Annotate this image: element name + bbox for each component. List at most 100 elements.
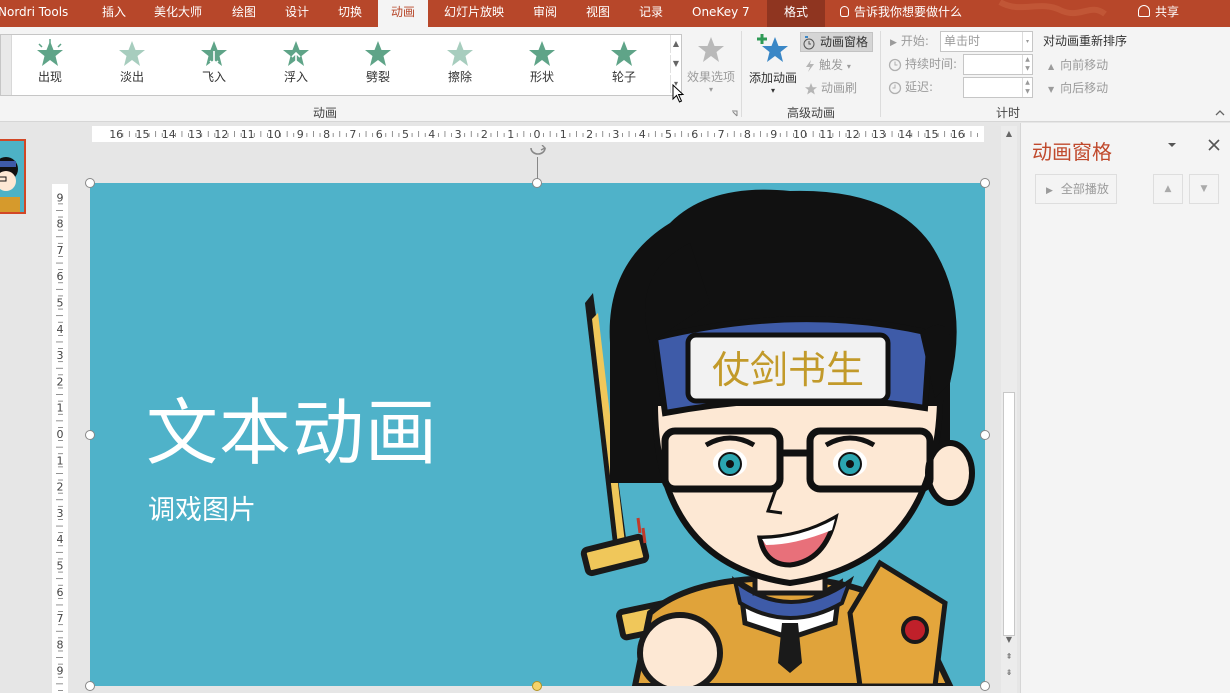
resize-handle-top-left[interactable] xyxy=(85,178,95,188)
animation-star-icon xyxy=(283,41,309,66)
animation-effect-2[interactable]: 淡出 xyxy=(102,39,162,91)
slide-subtitle[interactable]: 调戏图片 xyxy=(148,488,256,527)
animation-pane: 动画窗格 ▶ 全部播放 ▲ ▼ xyxy=(1020,123,1230,693)
animation-effect-label: 轮子 xyxy=(611,70,636,84)
collapse-ribbon-icon[interactable] xyxy=(1215,109,1225,117)
move-earlier-button[interactable]: ▲ 向前移动 xyxy=(1048,55,1108,75)
ruler-tick-label: 7 xyxy=(349,128,356,141)
start-dropdown[interactable]: 单击时 ▾ xyxy=(940,31,1033,52)
move-up-button[interactable]: ▲ xyxy=(1153,174,1183,204)
delay-label: 延迟: xyxy=(888,77,933,97)
headband-text: 仗剑书生 xyxy=(712,348,864,392)
previous-slide-icon[interactable]: ⇞ xyxy=(1003,651,1015,663)
ruler-tick-label: 5 xyxy=(402,128,409,141)
ruler-tick-label: 9 xyxy=(297,128,304,141)
move-later-button[interactable]: ▼ 向后移动 xyxy=(1048,78,1108,98)
animation-effect-label: 形状 xyxy=(529,70,554,84)
slide-thumbnail[interactable] xyxy=(0,139,26,214)
tab-transitions[interactable]: 切换 xyxy=(338,0,362,27)
animation-painter-button[interactable]: 动画刷 xyxy=(804,78,857,98)
animation-effect-3[interactable]: 飞入 xyxy=(184,39,244,91)
tab-draw[interactable]: 绘图 xyxy=(232,0,256,27)
vertical-scrollbar[interactable]: ▲ ▼ ⇞ ⇟ xyxy=(1001,126,1017,693)
tab-design[interactable]: 设计 xyxy=(285,0,309,27)
ruler-tick-label: 4 xyxy=(57,323,64,336)
ruler-tick-label: 2 xyxy=(481,128,488,141)
animation-effect-label: 飞入 xyxy=(201,70,226,84)
ruler-tick-label: 2 xyxy=(57,375,64,388)
tab-format[interactable]: 格式 xyxy=(767,0,825,27)
close-icon[interactable] xyxy=(1207,138,1221,152)
dialog-launcher-icon[interactable] xyxy=(731,110,738,117)
animation-effect-4[interactable]: 浮入 xyxy=(266,39,326,91)
effect-options-button[interactable]: 效果选项 ▾ xyxy=(684,35,738,94)
animation-star-icon xyxy=(611,41,637,66)
tab-slideshow[interactable]: 幻灯片放映 xyxy=(444,0,504,27)
play-all-button[interactable]: ▶ 全部播放 xyxy=(1035,174,1117,204)
ruler-tick-label: 14 xyxy=(162,128,176,141)
animation-star-icon xyxy=(529,41,555,66)
ruler-tick-label: 1 xyxy=(57,454,64,467)
resize-handle-bottom-left[interactable] xyxy=(85,681,95,691)
ruler-tick-label: 6 xyxy=(57,270,64,283)
ruler-tick-label: 8 xyxy=(57,218,64,231)
resize-handle-bottom-right[interactable] xyxy=(980,681,990,691)
tab-insert[interactable]: 插入 xyxy=(102,0,126,27)
next-slide-icon[interactable]: ⇟ xyxy=(1003,667,1015,679)
ruler-tick-label: 9 xyxy=(57,191,64,204)
ruler-tick-label: 3 xyxy=(455,128,462,141)
resize-handle-right[interactable] xyxy=(980,430,990,440)
pane-options-chevron-icon[interactable] xyxy=(1167,141,1177,149)
lightbulb-icon xyxy=(840,6,849,17)
tab-record[interactable]: 记录 xyxy=(639,0,663,27)
animation-effect-8[interactable]: 轮子 xyxy=(594,39,654,91)
animation-effect-6[interactable]: 擦除 xyxy=(430,39,490,91)
slide-title[interactable]: 文本动画 xyxy=(146,388,438,478)
delay-clock-icon xyxy=(888,81,902,94)
delay-spinner[interactable]: ▲ ▼ xyxy=(1022,78,1032,97)
horizontal-ruler: 16 15 14 13 12 11 10 9 8 7 6 5 4 3 2 1 0 1 2 3 4 5 6 7 8 9 10 11 12 1… xyxy=(92,126,984,142)
ruler-tick-label: 8 xyxy=(323,128,330,141)
scrollbar-thumb[interactable] xyxy=(1003,392,1015,636)
ruler-tick-label: 13 xyxy=(872,128,886,141)
adjust-handle-bottom[interactable] xyxy=(532,681,542,691)
scroll-up-arrow-icon[interactable]: ▲ xyxy=(1003,128,1015,140)
tab-onekey[interactable]: OneKey 7 xyxy=(692,0,750,27)
ruler-tick-label: 15 xyxy=(925,128,939,141)
move-down-button[interactable]: ▼ xyxy=(1189,174,1219,204)
lightning-icon xyxy=(806,59,814,72)
animation-effect-1[interactable]: 出现 xyxy=(20,39,80,91)
tab-nordri-tools[interactable]: Nordri Tools xyxy=(0,0,68,27)
ruler-tick-label: 2 xyxy=(586,128,593,141)
slide-canvas[interactable]: 仗剑书生 文本动画 调戏图片 xyxy=(90,183,985,686)
tab-beautify-master[interactable]: 美化大师 xyxy=(154,0,202,27)
gallery-scroll-down-button[interactable]: ▼ xyxy=(670,55,681,73)
share-button[interactable]: 共享 xyxy=(1138,0,1179,27)
tab-view[interactable]: 视图 xyxy=(586,0,610,27)
ruler-tick-label: 12 xyxy=(846,128,860,141)
resize-handle-top-right[interactable] xyxy=(980,178,990,188)
ruler-tick-label: 3 xyxy=(57,349,64,362)
resize-handle-top[interactable] xyxy=(532,178,542,188)
tab-animations[interactable]: 动画 xyxy=(378,0,428,27)
animation-effect-5[interactable]: 劈裂 xyxy=(348,39,408,91)
resize-handle-left[interactable] xyxy=(85,430,95,440)
delay-field[interactable]: ▲ ▼ xyxy=(963,77,1033,98)
animation-effect-label: 出现 xyxy=(37,70,62,84)
tell-me-search[interactable]: 告诉我你想要做什么 xyxy=(840,0,962,27)
reorder-title: 对动画重新排序 xyxy=(1043,34,1128,48)
animation-pane-button[interactable]: 动画窗格 xyxy=(800,32,874,52)
animation-effect-7[interactable]: 形状 xyxy=(512,39,572,91)
duration-spinner[interactable]: ▲ ▼ xyxy=(1022,55,1032,74)
trigger-button[interactable]: 触发 ▾ xyxy=(804,55,851,75)
scroll-down-arrow-icon[interactable]: ▼ xyxy=(1003,634,1015,646)
tab-review[interactable]: 审阅 xyxy=(533,0,557,27)
group-label-animation: 动画 xyxy=(312,106,337,120)
gallery-scroll-up-button[interactable]: ▲ xyxy=(670,35,681,53)
animation-effect-label: 劈裂 xyxy=(365,70,390,84)
rotation-handle-icon[interactable] xyxy=(528,145,548,157)
add-animation-button[interactable]: 添加动画 ▾ xyxy=(746,32,800,95)
ruler-tick-label: 1 xyxy=(57,402,64,415)
duration-field[interactable]: ▲ ▼ xyxy=(963,54,1033,75)
ruler-tick-label: 4 xyxy=(639,128,646,141)
